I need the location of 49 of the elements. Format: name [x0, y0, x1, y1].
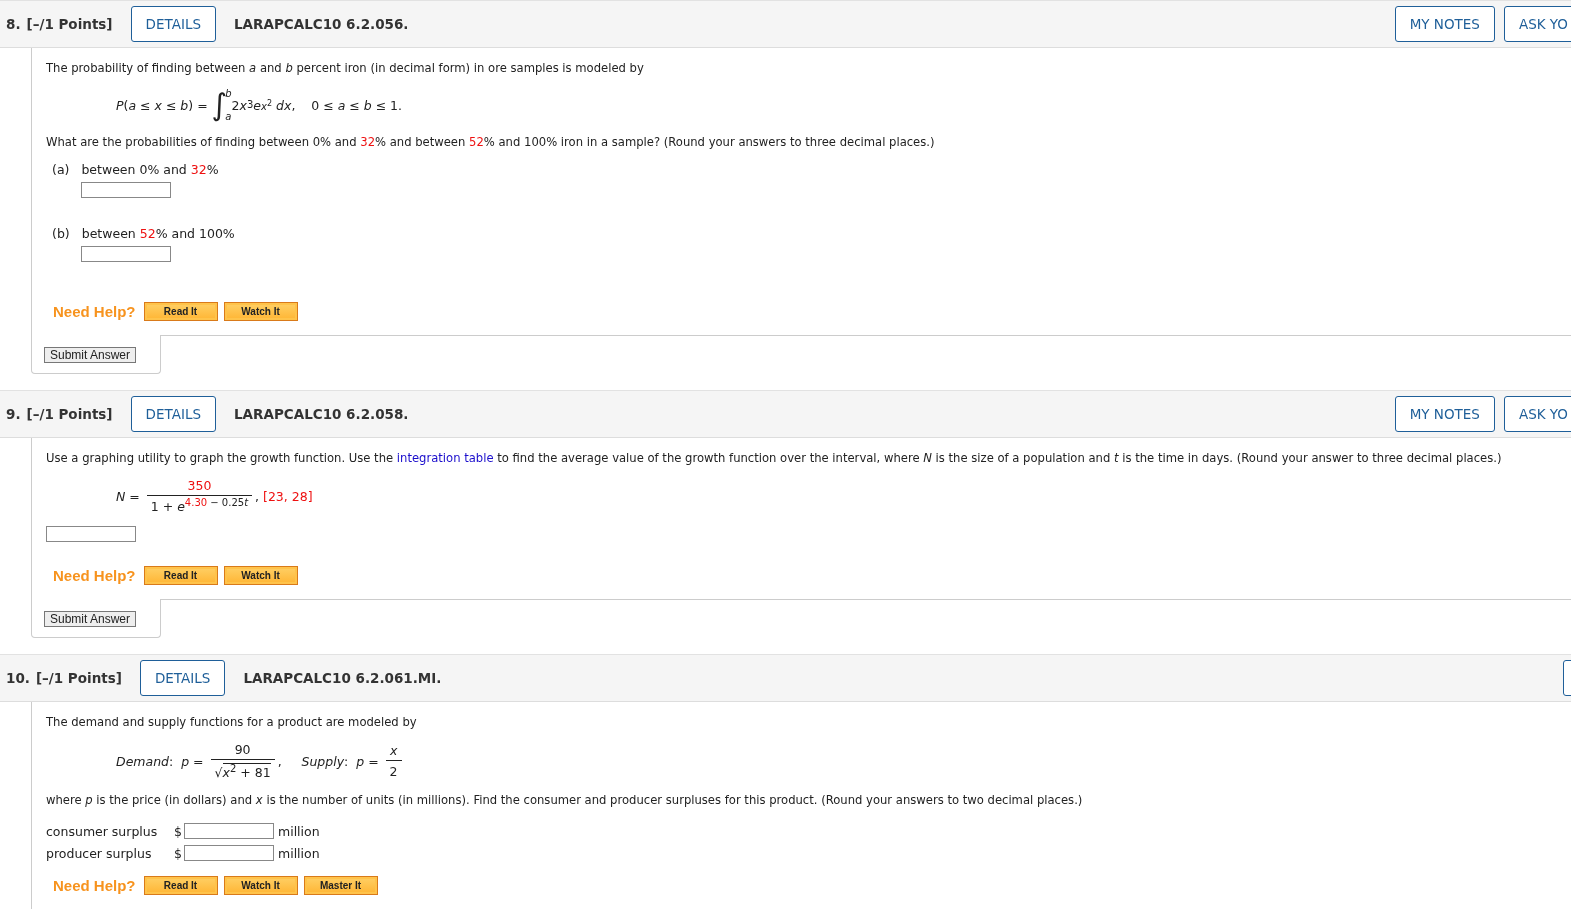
currency-label: $ [174, 823, 183, 839]
answer-field[interactable] [184, 845, 274, 861]
question-number: 8. [6, 16, 21, 32]
help-button[interactable]: Read It [143, 876, 218, 895]
header-button[interactable]: ASK YO [1503, 396, 1571, 432]
help-button[interactable]: Watch It [223, 302, 298, 321]
points-label: [–/1 Points] [26, 406, 113, 422]
points-label: [–/1 Points] [26, 16, 113, 32]
header-button[interactable]: MY NOTES [1394, 396, 1495, 432]
answer-label: producer surplus [46, 845, 153, 861]
question-code: LARAPCALC10 6.2.056. [234, 16, 409, 32]
header-button[interactable]: MY NOTES [1394, 6, 1495, 42]
part-label: (b) [52, 226, 70, 241]
header-button[interactable]: ASK YO [1503, 6, 1571, 42]
submit-button[interactable]: Submit Answer [44, 611, 137, 627]
answer-field[interactable] [81, 246, 171, 262]
question-number: 10. [6, 670, 30, 686]
question-text: Use a graphing utility to graph the growth function. Use the integration table to find the average value of the growth function over the interval, where N is the size of a population and t is the time in days. (Round your answer to three decimal places.) [46, 450, 1503, 466]
need-help-label: Need Help? [53, 567, 136, 584]
help-button[interactable]: Read It [143, 566, 218, 585]
unit-label: million [278, 845, 320, 861]
answer-field[interactable] [46, 526, 136, 542]
question-text: where p is the price (in dollars) and x is the number of units (in millions). Find the consumer and producer surpluses for this product. (Round your answers to two decimal places.) [46, 792, 1084, 808]
currency-label: $ [174, 845, 183, 861]
link[interactable]: integration table [396, 451, 494, 465]
answer-field[interactable] [184, 823, 274, 839]
part-label: (a) [52, 162, 70, 177]
question-text: The demand and supply functions for a product are modeled by [46, 714, 418, 730]
answer-field[interactable] [81, 182, 171, 198]
help-button[interactable]: Watch It [223, 876, 298, 895]
details-button[interactable]: DETAILS [130, 6, 216, 42]
part-text: between 0% and 32% [81, 162, 219, 177]
question-text: What are the probabilities of finding between 0% and 32% and between 52% and 100% iron in a sample? (Round your answers to three decimal places.) [46, 134, 936, 150]
submit-button[interactable]: Submit Answer [44, 347, 137, 363]
answer-label: consumer surplus [46, 823, 159, 839]
unit-label: million [278, 823, 320, 839]
points-label: [–/1 Points] [35, 670, 122, 686]
need-help-label: Need Help? [53, 877, 136, 894]
help-button[interactable]: Watch It [223, 566, 298, 585]
details-button[interactable]: DETAILS [139, 660, 226, 696]
question-code: LARAPCALC10 6.2.058. [234, 406, 409, 422]
question-text: The probability of finding between a and b percent iron (in decimal form) in ore samples is modeled by [46, 60, 645, 76]
need-help-label: Need Help? [53, 303, 136, 320]
help-button[interactable]: Read It [143, 302, 218, 321]
question-number: 9. [6, 406, 21, 422]
question-code: LARAPCALC10 6.2.061.MI. [243, 670, 442, 686]
part-text: between 52% and 100% [81, 226, 235, 241]
details-button[interactable]: DETAILS [130, 396, 216, 432]
help-button[interactable]: Master It [303, 876, 378, 895]
